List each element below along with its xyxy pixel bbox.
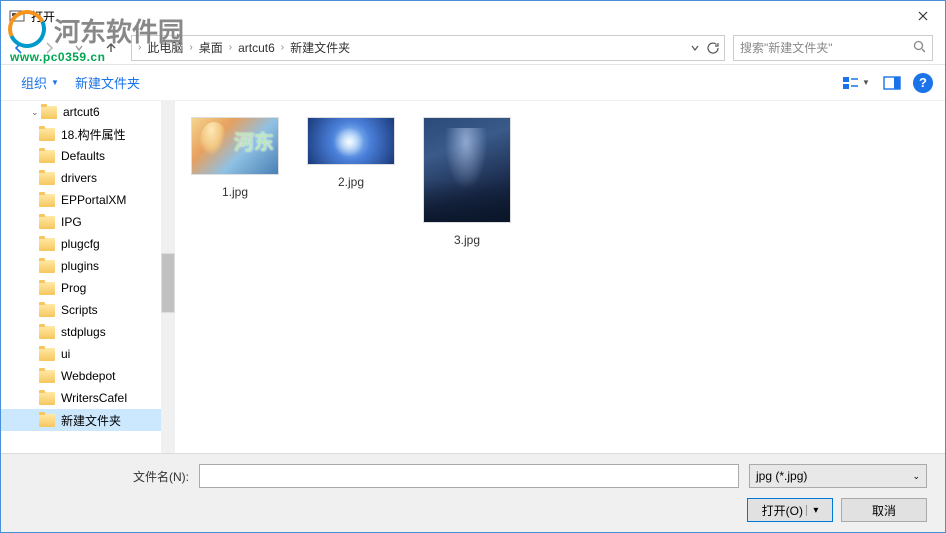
tree-item[interactable]: IPG <box>1 211 161 233</box>
file-item[interactable]: 河东 1.jpg <box>185 117 285 199</box>
new-folder-button[interactable]: 新建文件夹 <box>67 69 148 96</box>
folder-icon <box>39 128 55 141</box>
organize-button[interactable]: 组织▼ <box>13 69 67 96</box>
tree-item[interactable]: Webdepot <box>1 365 161 387</box>
tree-item-selected[interactable]: 新建文件夹 <box>1 409 161 431</box>
tree-item[interactable]: 18.构件属性 <box>1 123 161 145</box>
tree-item[interactable]: Scripts <box>1 299 161 321</box>
folder-icon <box>39 216 55 229</box>
folder-icon <box>39 194 55 207</box>
file-thumbnail <box>423 117 511 223</box>
toolbar: 组织▼ 新建文件夹 ▼ ? <box>1 65 945 101</box>
chevron-down-icon[interactable] <box>690 43 700 53</box>
file-thumbnail: 河东 <box>191 117 279 175</box>
arrow-up-icon <box>104 41 118 55</box>
tree-item[interactable]: Defaults <box>1 145 161 167</box>
file-thumbnail <box>307 117 395 165</box>
nav-recent-button[interactable] <box>65 34 93 62</box>
close-icon <box>918 11 928 21</box>
tree-item[interactable]: plugins <box>1 255 161 277</box>
file-name: 3.jpg <box>417 233 517 247</box>
breadcrumb-item[interactable]: 新建文件夹 <box>286 39 354 56</box>
tree-parent[interactable]: ⌄ artcut6 <box>1 101 161 123</box>
open-button[interactable]: 打开(O) ▾ <box>747 498 833 522</box>
nav-forward-button[interactable] <box>35 34 63 62</box>
folder-icon <box>39 150 55 163</box>
file-list[interactable]: 河东 1.jpg 2.jpg 3.jpg <box>175 101 945 453</box>
folder-icon <box>39 348 55 361</box>
folder-icon <box>39 304 55 317</box>
file-name: 1.jpg <box>185 185 285 199</box>
chevron-down-icon <box>74 43 84 53</box>
tree-item[interactable]: drivers <box>1 167 161 189</box>
preview-pane-button[interactable] <box>877 71 907 95</box>
navbar: › 此电脑 › 桌面 › artcut6 › 新建文件夹 搜索"新建文件夹" <box>1 31 945 65</box>
arrow-right-icon <box>41 40 57 56</box>
folder-icon <box>39 238 55 251</box>
file-item[interactable]: 2.jpg <box>301 117 401 189</box>
chevron-down-icon: ⌄ <box>912 471 920 482</box>
folder-icon <box>41 106 57 119</box>
folder-icon <box>39 282 55 295</box>
search-placeholder: 搜索"新建文件夹" <box>740 39 833 56</box>
folder-icon <box>39 370 55 383</box>
nav-back-button[interactable] <box>5 34 33 62</box>
tree-item[interactable]: plugcfg <box>1 233 161 255</box>
folder-icon <box>39 392 55 405</box>
app-icon <box>9 8 25 24</box>
thumbnails-icon <box>842 76 860 90</box>
open-dialog: 河东软件园 www.pc0359.cn 打开 › <box>0 0 946 533</box>
filename-label: 文件名(N): <box>19 468 189 485</box>
filename-input[interactable] <box>199 464 739 488</box>
folder-icon <box>39 414 55 427</box>
tree-item[interactable]: WritersCafeI <box>1 387 161 409</box>
scrollbar-thumb[interactable] <box>161 253 175 313</box>
folder-tree[interactable]: ⌄ artcut6 18.构件属性 Defaults drivers EPPor… <box>1 101 161 453</box>
folder-icon <box>39 326 55 339</box>
folder-icon <box>39 172 55 185</box>
arrow-left-icon <box>11 40 27 56</box>
titlebar: 打开 <box>1 1 945 31</box>
breadcrumb-item[interactable]: artcut6 <box>234 41 279 55</box>
search-input[interactable]: 搜索"新建文件夹" <box>733 35 933 61</box>
window-title: 打开 <box>31 8 55 25</box>
tree-item[interactable]: stdplugs <box>1 321 161 343</box>
tree-item[interactable]: ui <box>1 343 161 365</box>
preview-icon <box>883 76 901 90</box>
sidebar-scrollbar[interactable] <box>161 101 175 453</box>
breadcrumb-item[interactable]: 此电脑 <box>143 39 187 56</box>
cancel-button[interactable]: 取消 <box>841 498 927 522</box>
folder-icon <box>39 260 55 273</box>
nav-up-button[interactable] <box>99 36 123 60</box>
tree-item[interactable]: Prog <box>1 277 161 299</box>
close-button[interactable] <box>900 1 945 31</box>
refresh-icon[interactable] <box>706 41 720 55</box>
file-name: 2.jpg <box>301 175 401 189</box>
footer: 文件名(N): jpg (*.jpg) ⌄ 打开(O) ▾ 取消 <box>1 453 945 532</box>
search-icon[interactable] <box>913 40 926 56</box>
view-mode-button[interactable]: ▼ <box>841 71 871 95</box>
help-button[interactable]: ? <box>913 73 933 93</box>
breadcrumb-item[interactable]: 桌面 <box>195 39 227 56</box>
file-type-filter[interactable]: jpg (*.jpg) ⌄ <box>749 464 927 488</box>
breadcrumb[interactable]: › 此电脑 › 桌面 › artcut6 › 新建文件夹 <box>131 35 725 61</box>
tree-item[interactable]: EPPortalXM <box>1 189 161 211</box>
file-item[interactable]: 3.jpg <box>417 117 517 247</box>
